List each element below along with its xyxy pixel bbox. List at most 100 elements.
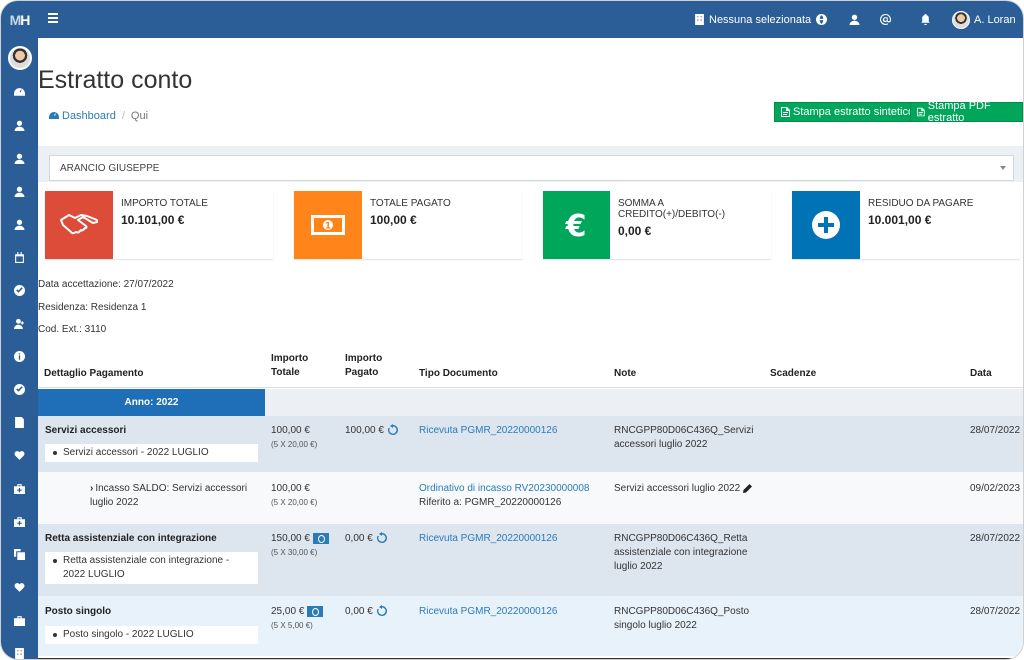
main-content: Estratto conto Dashboard / Qui Stampa es… bbox=[38, 38, 1023, 659]
sidebar-item-medkit[interactable] bbox=[1, 472, 38, 505]
col-due: Scadenze bbox=[770, 368, 817, 379]
sidebar-item-user-1[interactable] bbox=[1, 109, 38, 142]
table-row: Posto singolo Posto singolo - 2022 LUGLI… bbox=[38, 596, 1023, 656]
list-item: Retta assistenziale con integrazione - 2… bbox=[45, 552, 258, 584]
sidebar-item-calendar[interactable] bbox=[1, 241, 38, 274]
sidebar-item-user-4[interactable] bbox=[1, 208, 38, 241]
row-payment-detail[interactable]: › Incasso SALDO: Servizi accessori luglio… bbox=[90, 482, 247, 510]
suitcase-icon bbox=[14, 616, 25, 626]
app-window: MH Nessuna selezionata A. Loran Estratto… bbox=[0, 0, 1024, 660]
row-total-breakdown: (5 X 30,00 €) bbox=[271, 548, 318, 557]
app-logo[interactable]: MH bbox=[1, 1, 38, 38]
sidebar-item-medkit-2[interactable] bbox=[1, 505, 38, 538]
row-date: 28/07/2022 bbox=[970, 425, 1021, 436]
sidebar-item-heartbeat[interactable] bbox=[1, 439, 38, 472]
sidebar-item-add-user[interactable] bbox=[1, 307, 38, 340]
sidebar-item-copy[interactable] bbox=[1, 538, 38, 571]
row-paid-value: 100,00 € bbox=[345, 425, 384, 436]
guest-select-value: ARANCIO GIUSEPPE bbox=[60, 162, 160, 174]
print-summary-button[interactable]: Stampa estratto sintetico bbox=[774, 102, 922, 122]
sidebar-item-user-3[interactable] bbox=[1, 175, 38, 208]
user-icon bbox=[14, 153, 25, 164]
money-icon: 1 bbox=[294, 191, 362, 259]
info-circle-icon bbox=[14, 351, 25, 362]
info-box-label: SOMMA A CREDITO(+)/DEBITO(-) bbox=[617, 198, 726, 220]
external-code: Cod. Ext.: 3110 bbox=[38, 324, 107, 335]
building-icon bbox=[695, 14, 704, 25]
table-row: Servizi accessori Servizi accessori - 20… bbox=[38, 416, 1023, 472]
sidebar-item-user-2[interactable] bbox=[1, 142, 38, 175]
user-icon bbox=[14, 186, 25, 197]
user-plus-icon bbox=[14, 318, 24, 329]
col-paid-line-1: Importo bbox=[345, 353, 383, 364]
info-box-value: 10.001,00 € bbox=[868, 213, 932, 227]
sidebar-item-invoice[interactable] bbox=[1, 406, 38, 439]
row-title: Servizi accessori bbox=[45, 425, 127, 436]
page-title: Estratto conto bbox=[38, 66, 193, 94]
check-circle-icon bbox=[14, 384, 25, 395]
globe-icon bbox=[816, 14, 827, 25]
at-button[interactable] bbox=[880, 1, 891, 38]
row-paid: 100,00 € bbox=[345, 424, 399, 438]
heartbeat-icon bbox=[14, 451, 25, 460]
money-icon[interactable] bbox=[307, 605, 324, 617]
row-title: Retta assistenziale con integrazione bbox=[45, 533, 217, 544]
sidebar-item-heartbeat-2[interactable] bbox=[1, 571, 38, 604]
document-link[interactable]: Ricevuta PGMR_20220000126 bbox=[419, 424, 557, 438]
row-total: 100,00 € (5 X 20,00 €) bbox=[271, 482, 317, 510]
document-link[interactable]: Ricevuta PGMR_20220000126 bbox=[419, 532, 557, 546]
info-box-residual: RESIDUO DA PAGARE 10.001,00 € bbox=[792, 191, 1020, 259]
sidebar-item-suitcase[interactable] bbox=[1, 604, 38, 637]
list-item: Posto singolo - 2022 LUGLIO bbox=[45, 626, 258, 644]
year-label: Anno: 2022 bbox=[38, 389, 265, 416]
globe-button[interactable] bbox=[816, 1, 827, 38]
undo-icon[interactable] bbox=[387, 424, 399, 436]
document-link[interactable]: Ricevuta PGMR_20220000126 bbox=[419, 605, 557, 619]
svg-text:1: 1 bbox=[325, 222, 331, 232]
info-box-value: 10.101,00 € bbox=[121, 213, 185, 227]
row-total-breakdown: (5 X 20,00 €) bbox=[271, 498, 318, 507]
info-box-value: 0,00 € bbox=[617, 224, 652, 238]
col-total-line-2: Totale bbox=[271, 367, 300, 378]
user-name: A. Loran bbox=[974, 13, 1016, 26]
col-notes: Note bbox=[614, 368, 637, 379]
copy-icon bbox=[14, 549, 25, 560]
sidebar-item-dashboard[interactable] bbox=[1, 76, 38, 109]
menu-toggle-icon[interactable] bbox=[48, 13, 58, 23]
user-md-icon bbox=[849, 14, 860, 25]
sidebar-item-check[interactable] bbox=[1, 274, 38, 307]
breadcrumb-home[interactable]: Dashboard bbox=[49, 110, 116, 122]
undo-icon[interactable] bbox=[376, 605, 388, 617]
sidebar-item-info[interactable] bbox=[1, 340, 38, 373]
sidebar-avatar[interactable] bbox=[7, 46, 32, 70]
row-total-value: 100,00 € bbox=[271, 425, 310, 436]
row-paid: 0,00 € bbox=[345, 605, 388, 619]
info-box-total-paid: 1 TOTALE PAGATO 100,00 € bbox=[294, 191, 522, 259]
row-total-breakdown: (5 X 5,00 €) bbox=[271, 621, 313, 630]
facility-label: Nessuna selezionata bbox=[709, 13, 812, 26]
row-total-breakdown: (5 X 20,00 €) bbox=[271, 440, 318, 449]
col-total: Importo Totale bbox=[271, 352, 308, 380]
sidebar-item-check-2[interactable] bbox=[1, 373, 38, 406]
document-reference: Riferito a: PGMR_20220000126 bbox=[419, 497, 562, 508]
undo-icon[interactable] bbox=[376, 532, 388, 544]
facility-selector[interactable]: Nessuna selezionata bbox=[694, 1, 811, 38]
notifications-button[interactable] bbox=[920, 1, 931, 38]
sidebar-item-building[interactable] bbox=[1, 637, 38, 659]
pencil-icon[interactable] bbox=[742, 483, 752, 494]
plus-circle-icon bbox=[792, 191, 860, 259]
list-item: Servizi accessori - 2022 LUGLIO bbox=[45, 444, 258, 462]
guest-select[interactable]: ARANCIO GIUSEPPE bbox=[49, 155, 1014, 181]
user-profile[interactable]: A. Loran bbox=[952, 1, 1016, 38]
document-link[interactable]: Ordinativo di incasso RV20230000008 bbox=[419, 482, 590, 496]
money-icon[interactable] bbox=[312, 532, 329, 544]
row-note-line: RNCGPP80D06C436Q_Servizi bbox=[614, 425, 754, 436]
calendar-icon bbox=[15, 252, 24, 263]
breadcrumb: Dashboard / Qui bbox=[49, 110, 148, 122]
table-row: Retta assistenziale con integrazione Ret… bbox=[38, 524, 1023, 596]
row-date: 28/07/2022 bbox=[970, 533, 1021, 544]
print-pdf-button[interactable]: Stampa PDF estratto bbox=[910, 100, 1023, 124]
row-doc: Ordinativo di incasso RV20230000008 Rife… bbox=[419, 482, 590, 510]
user-menu-button[interactable] bbox=[849, 1, 860, 38]
medkit-icon bbox=[14, 484, 25, 494]
